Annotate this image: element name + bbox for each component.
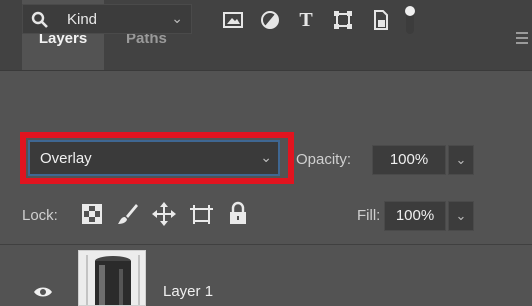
image-filter-icon[interactable] — [220, 8, 246, 32]
blend-mode-value: Overlay — [40, 150, 92, 167]
prevent-auto-nesting-icon[interactable] — [187, 200, 215, 228]
panel-menu-icon[interactable] — [516, 32, 528, 47]
lock-position-icon[interactable] — [150, 200, 178, 228]
layer-name[interactable]: Layer 1 — [163, 283, 213, 300]
filter-kind-select[interactable]: Kind ⌄ — [22, 4, 192, 34]
blend-mode-select[interactable]: Overlay ⌄ — [28, 140, 280, 176]
layer-thumbnail-image — [79, 251, 145, 305]
chevron-down-icon: ⌄ — [171, 10, 183, 26]
type-filter-icon[interactable]: T — [293, 8, 319, 32]
lock-label: Lock: — [22, 207, 58, 224]
fill-dropdown-button[interactable]: ⌄ — [448, 201, 474, 231]
lock-all-icon[interactable] — [224, 200, 252, 228]
adjustment-filter-icon[interactable] — [257, 8, 283, 32]
opacity-input[interactable]: 100% — [372, 145, 446, 175]
fill-input[interactable]: 100% — [384, 201, 446, 231]
filter-toggle-icon[interactable] — [396, 4, 424, 36]
shape-filter-icon[interactable] — [330, 8, 356, 32]
opacity-dropdown-button[interactable]: ⌄ — [448, 145, 474, 175]
eye-icon[interactable] — [33, 285, 53, 299]
smart-object-filter-icon[interactable] — [367, 8, 393, 32]
layers-panel: Layers Paths Kind ⌄ T Overlay ⌄ Opacity:… — [0, 0, 532, 306]
layer-thumbnail[interactable] — [78, 250, 146, 306]
fill-label: Fill: — [357, 207, 381, 224]
opacity-label: Opacity: — [296, 151, 352, 168]
filter-kind-label: Kind — [67, 11, 98, 28]
chevron-down-icon: ⌄ — [260, 149, 272, 165]
lock-transparent-pixels-icon[interactable] — [78, 200, 106, 228]
search-icon — [31, 11, 48, 28]
lock-image-pixels-icon[interactable] — [114, 200, 142, 228]
